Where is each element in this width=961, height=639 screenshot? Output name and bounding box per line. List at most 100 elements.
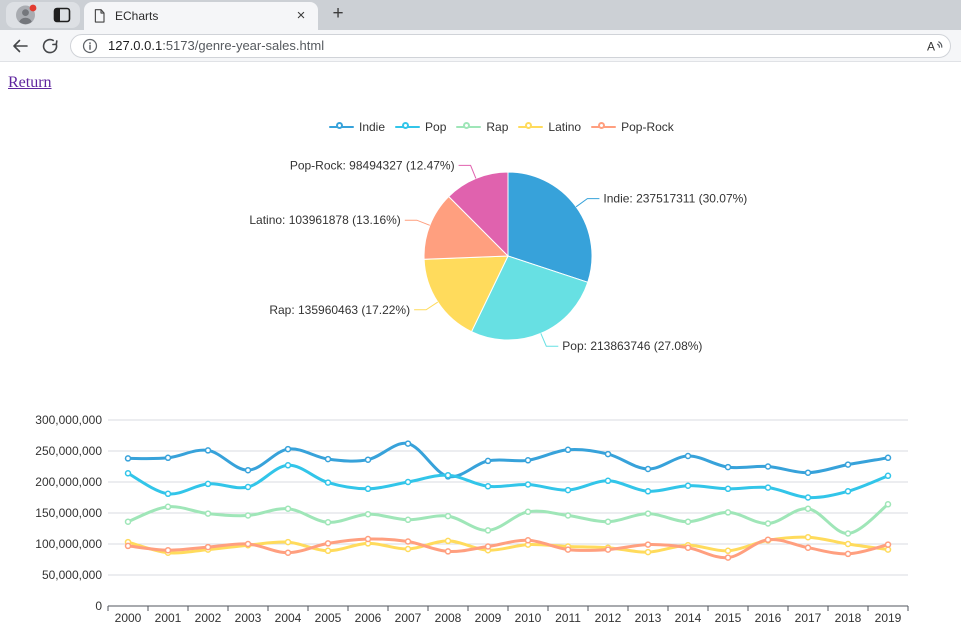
avatar-icon [16, 4, 37, 25]
data-point-marker [844, 461, 852, 468]
pie-label-indie: Indie: 237517311 (30.07%) [603, 192, 747, 206]
svg-text:250,000,000: 250,000,000 [35, 444, 102, 458]
data-point-marker [724, 485, 732, 493]
data-point-marker [284, 462, 292, 469]
data-point-marker [164, 490, 172, 498]
pie-labelline-pop-rock [458, 164, 477, 179]
svg-text:2019: 2019 [875, 611, 902, 625]
data-point-marker [404, 516, 412, 524]
svg-text:2004: 2004 [275, 611, 302, 625]
data-point-marker [524, 537, 532, 544]
data-point-marker [324, 519, 332, 526]
site-info-button[interactable] [81, 37, 99, 55]
data-point-marker [204, 510, 212, 517]
svg-text:2000: 2000 [115, 611, 142, 625]
svg-text:2006: 2006 [355, 611, 382, 625]
address-bar[interactable]: 127.0.0.1:5173/genre-year-sales.html A [70, 33, 951, 58]
data-point-marker [564, 512, 572, 519]
data-point-marker [884, 541, 892, 548]
data-point-marker [484, 543, 492, 550]
tab-close-button[interactable]: × [292, 7, 310, 25]
data-point-marker [644, 548, 652, 556]
data-point-marker [804, 469, 812, 476]
data-point-marker [564, 446, 572, 454]
data-point-marker [764, 520, 772, 527]
browser-window: ECharts × + 127.0.0.1:5173/genre-year-sa… [0, 0, 961, 639]
url-host: 127.0.0.1 [108, 38, 163, 53]
svg-text:2010: 2010 [515, 611, 542, 625]
data-point-marker [164, 454, 172, 462]
refresh-button[interactable] [40, 36, 60, 56]
pie-labelline-latino [404, 219, 430, 226]
data-point-marker [324, 547, 332, 555]
svg-text:150,000,000: 150,000,000 [35, 506, 102, 520]
data-point-marker [644, 465, 652, 473]
data-point-marker [484, 457, 492, 465]
line-series-rap[interactable] [124, 501, 892, 537]
profile-avatar-button[interactable] [14, 3, 38, 27]
read-aloud-icon: A [927, 39, 943, 53]
data-point-marker [244, 483, 252, 491]
data-point-marker [604, 546, 612, 553]
svg-text:2005: 2005 [315, 611, 342, 625]
data-point-marker [764, 463, 772, 470]
data-point-marker [364, 485, 372, 493]
url-path: :5173/genre-year-sales.html [162, 38, 325, 53]
pie-label-latino: Latino: 103961878 (13.16%) [249, 213, 400, 227]
data-point-marker [284, 445, 292, 453]
data-point-marker [764, 484, 772, 491]
svg-text:2008: 2008 [435, 611, 462, 625]
svg-text:2015: 2015 [715, 611, 742, 625]
svg-text:0: 0 [95, 599, 102, 613]
data-point-marker [204, 447, 212, 454]
line-series-indie[interactable] [124, 440, 892, 480]
tab-actions-button[interactable] [52, 5, 72, 25]
tab-favicon-icon [94, 9, 105, 23]
svg-text:2001: 2001 [155, 611, 182, 625]
data-point-marker [884, 472, 892, 480]
data-point-marker [444, 471, 452, 479]
pie-chart: Indie: 237517311 (30.07%) Pop: 213863746 … [249, 158, 747, 353]
refresh-icon [42, 38, 58, 53]
data-point-marker [644, 488, 652, 495]
data-point-marker [244, 466, 252, 474]
data-point-marker [444, 537, 452, 545]
pie-labelline-rap [414, 301, 439, 311]
data-point-marker [444, 548, 452, 555]
data-point-marker [524, 481, 532, 488]
data-point-marker [404, 545, 412, 553]
data-point-marker [124, 470, 132, 477]
svg-text:2014: 2014 [675, 611, 702, 625]
data-point-marker [684, 482, 692, 489]
data-point-marker [684, 518, 692, 525]
read-aloud-button[interactable]: A [924, 36, 944, 56]
back-button[interactable] [10, 36, 30, 56]
pie-labelline-pop [540, 333, 559, 347]
data-point-marker [204, 543, 212, 551]
line-chart: 0 50,000,000 100,000,000 150,000,000 200,000… [35, 413, 909, 625]
svg-text:2002: 2002 [195, 611, 222, 625]
return-link[interactable]: Return [8, 74, 52, 92]
data-point-marker [724, 509, 732, 516]
svg-text:2017: 2017 [795, 611, 822, 625]
tab-title: ECharts [115, 9, 159, 23]
data-point-marker [404, 440, 412, 447]
page-content: Return Indie Pop Rap Latino Pop-Rock Indie: … [0, 62, 961, 638]
data-point-marker [164, 503, 172, 511]
data-point-marker [124, 542, 132, 550]
new-tab-button[interactable]: + [326, 2, 350, 26]
svg-text:2018: 2018 [835, 611, 862, 625]
data-point-marker [524, 508, 532, 516]
grid-lines [108, 419, 908, 576]
svg-text:A: A [927, 39, 935, 53]
data-point-marker [804, 494, 812, 501]
data-point-marker [604, 477, 612, 485]
data-point-marker [844, 540, 852, 548]
svg-text:2011: 2011 [555, 611, 581, 625]
data-point-marker [844, 530, 852, 537]
data-point-marker [644, 510, 652, 517]
browser-tab-echarts[interactable]: ECharts × [84, 2, 318, 30]
data-point-marker [724, 554, 732, 561]
data-point-marker [164, 546, 172, 554]
data-point-marker [884, 454, 892, 462]
